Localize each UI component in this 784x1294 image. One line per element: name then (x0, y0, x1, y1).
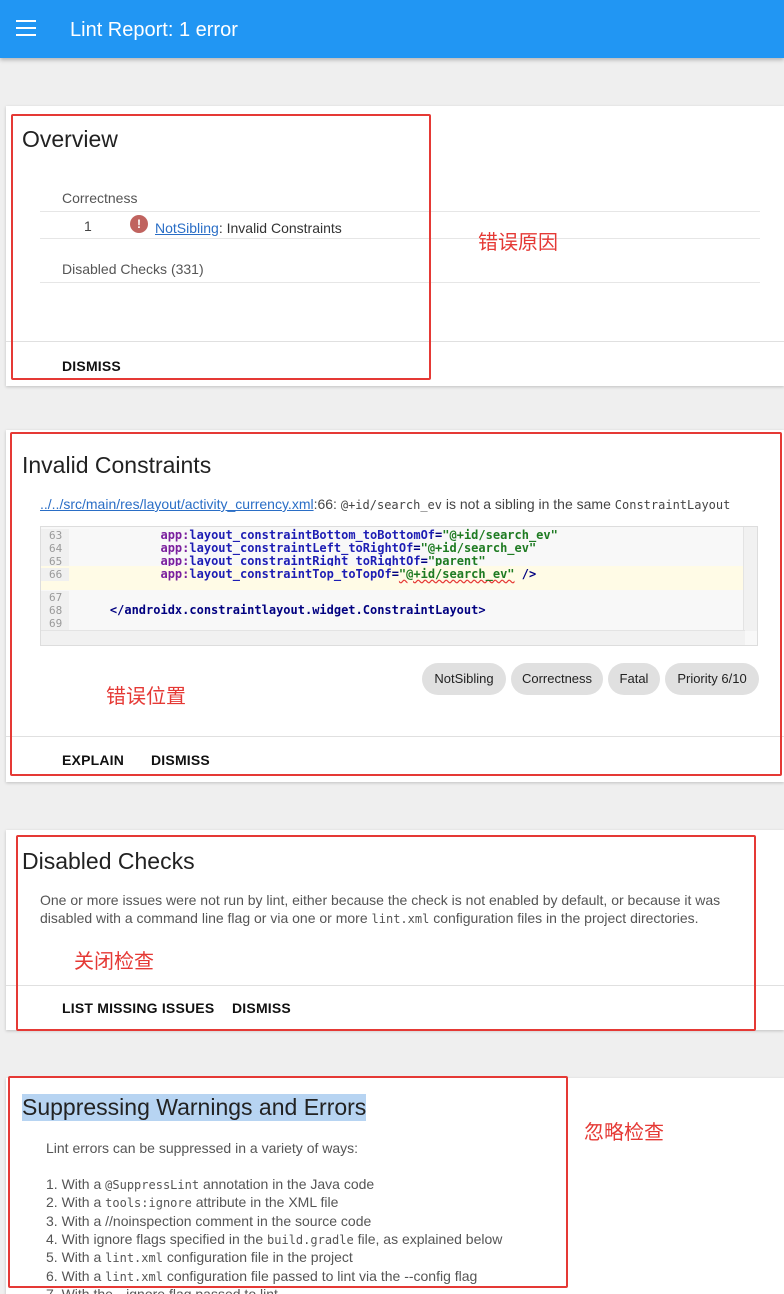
overview-title: Overview (22, 126, 118, 152)
suppress-item: 5. With a lint.xml configuration file in… (46, 1249, 353, 1265)
issue-location: ../../src/main/res/layout/activity_curre… (40, 496, 730, 512)
app-title: Lint Report: 1 error (70, 19, 238, 41)
line-ref: :66: (313, 496, 341, 512)
horizontal-scrollbar[interactable] (41, 630, 745, 645)
error-icon: ! (130, 215, 148, 233)
suppress-title: Suppressing Warnings and Errors (22, 1094, 367, 1121)
suppress-item: 7. With the --ignore flag passed to lint… (46, 1286, 282, 1294)
invalid-title: Invalid Constraints (22, 452, 212, 478)
suppress-item: 4. With ignore flags specified in the bu… (46, 1231, 503, 1247)
suppress-intro: Lint errors can be suppressed in a varie… (46, 1140, 359, 1156)
app-bar: Lint Report: 1 error (0, 0, 784, 58)
invalid-dismiss-button[interactable]: DISMISS (151, 752, 210, 768)
disabled-title: Disabled Checks (22, 848, 195, 874)
code-line-highlighted: 66 app:layout_constraintTop_toTopOf="@+i… (41, 566, 745, 590)
disabled-checks-card: Disabled Checks LIST MISSING ISSUES DISM… (6, 830, 784, 1030)
vertical-scrollbar[interactable] (743, 527, 757, 631)
suppress-item: 3. With a //noinspection comment in the … (46, 1213, 372, 1229)
issue-link[interactable]: NotSibling (155, 220, 219, 236)
code-snippet: 63 app:layout_constraintBottom_toBottomO… (40, 526, 758, 646)
annotation-label: 关闭检查 (74, 949, 154, 973)
disabled-actions: LIST MISSING ISSUES DISMISS (6, 985, 784, 1030)
code-line: 68 </androidx.constraintlayout.widget.Co… (41, 604, 745, 617)
suppress-item: 2. With a tools:ignore attribute in the … (46, 1194, 339, 1210)
list-missing-issues-button[interactable]: LIST MISSING ISSUES (62, 1000, 214, 1016)
disabled-dismiss-button[interactable]: DISMISS (232, 1000, 291, 1016)
chip-priority[interactable]: Priority 6/10 (665, 663, 759, 695)
chip-fatal[interactable]: Fatal (608, 663, 660, 695)
disabled-description: One or more issues were not run by lint,… (40, 891, 740, 928)
code-ref: @+id/search_ev (340, 498, 442, 512)
category-label: Correctness (62, 190, 138, 206)
file-link[interactable]: ../../src/main/res/layout/activity_curre… (40, 496, 314, 512)
suppress-item: 1. With a @SuppressLint annotation in th… (46, 1176, 375, 1192)
suppress-item: 6. With a lint.xml configuration file pa… (46, 1268, 478, 1284)
issue-text: : Invalid Constraints (218, 220, 342, 236)
code-line: 69 (41, 617, 745, 630)
divider (40, 238, 760, 239)
chip-correctness[interactable]: Correctness (511, 663, 603, 695)
invalid-actions: EXPLAIN DISMISS (6, 736, 784, 782)
divider (40, 282, 760, 283)
divider (40, 211, 760, 212)
annotation-label: 忽略检查 (584, 1120, 664, 1144)
disabled-checks-link[interactable]: Disabled Checks (331) (62, 261, 204, 277)
explain-button[interactable]: EXPLAIN (62, 752, 124, 768)
chip-notsibling[interactable]: NotSibling (422, 663, 506, 695)
annotation-label: 错误原因 (478, 230, 558, 254)
overview-dismiss-button[interactable]: DISMISS (62, 358, 121, 374)
annotation-label: 错误位置 (106, 684, 186, 708)
menu-icon[interactable] (16, 20, 36, 36)
issue-summary: NotSibling: Invalid Constraints (155, 220, 342, 236)
overview-actions: DISMISS (6, 341, 784, 386)
issue-count: 1 (84, 218, 92, 234)
overview-card: Overview DISMISS (6, 106, 784, 386)
disabled-para-line1: One or more issues were not run by lint,… (40, 892, 721, 908)
disabled-para-line2: disabled with a command line flag or via… (40, 910, 699, 926)
class-ref: ConstraintLayout (614, 498, 731, 512)
issue-message: is not a sibling in the same (442, 496, 615, 512)
